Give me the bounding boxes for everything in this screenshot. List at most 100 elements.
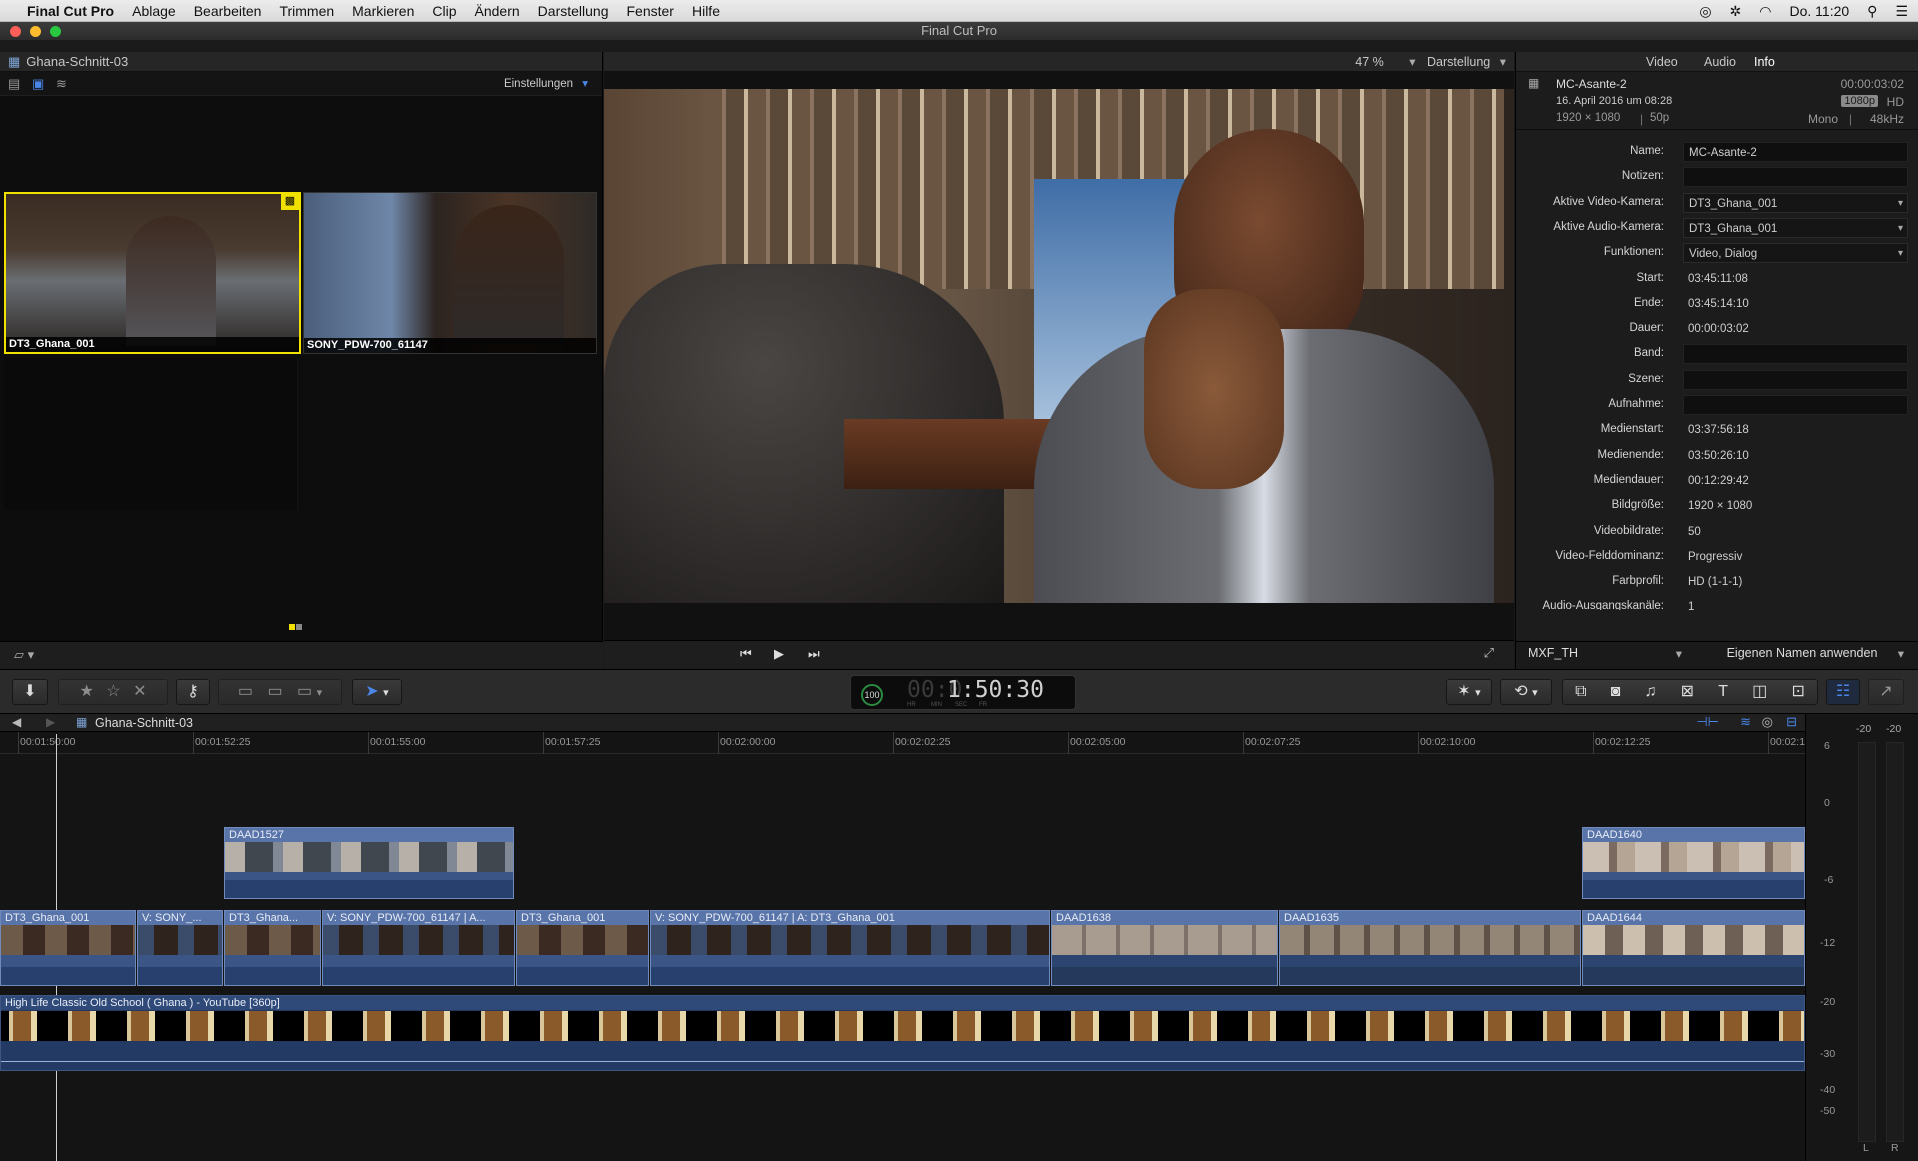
menu-app-name[interactable]: Final Cut Pro [18,3,123,19]
keyword-button[interactable]: ⚷ [176,679,210,705]
menu-trimmen[interactable]: Trimmen [270,3,343,19]
audio-skimming-icon[interactable]: ≋ [1740,714,1751,730]
timeline-clip[interactable]: DAAD1638 [1051,910,1278,986]
bluetooth-icon[interactable]: ✲ [1730,3,1742,20]
inspector-row-label: Funktionen: [1603,246,1664,259]
chevron-down-icon[interactable]: ▾ [1409,55,1415,69]
tab-info[interactable]: Info [1754,52,1775,72]
menubar-clock[interactable]: Do. 11:20 [1790,3,1850,19]
menu-fenster[interactable]: Fenster [618,3,683,19]
timeline-clip[interactable]: DT3_Ghana_001 [516,910,649,986]
inspector-row-field[interactable] [1683,344,1908,365]
inspector-row-field[interactable] [1683,369,1908,390]
menu-clip[interactable]: Clip [423,3,465,19]
titles-icon[interactable]: T [1718,680,1728,704]
timeline-clip[interactable]: DAAD1635 [1279,910,1581,986]
timeline-clip[interactable]: DAAD1644 [1582,910,1805,986]
transitions-icon[interactable]: ⊠ [1681,680,1694,704]
meter-bar-left [1858,742,1876,1142]
libraries-sidebar-icon[interactable]: ▤ [8,76,20,92]
insert-icon[interactable]: ▭ [267,683,282,700]
notification-center-icon[interactable]: ☰ [1895,3,1908,20]
browser-settings-button[interactable]: Einstellungen ▾ [504,76,588,90]
reject-icon[interactable]: ✕ [133,683,146,700]
menu-ablage[interactable]: Ablage [123,3,185,19]
clip-skimming-icon[interactable]: ⊣⊢ [1696,714,1719,730]
chevron-down-icon[interactable]: ▾ [1500,55,1506,69]
inspector-row-popup[interactable]: Video, Dialog [1683,243,1908,264]
skip-forward-icon[interactable]: ⏭ [808,646,820,662]
timeline-clip[interactable]: V: SONY_PDW-700_61147 | A: DT3_Ghana_001 [650,910,1050,986]
back-arrow-icon[interactable]: ◀ [12,715,21,729]
dashboard[interactable]: 100 00:0 1:50:30 HR MIN SEC FR [850,675,1076,710]
inspector-toggle-button[interactable]: ☷ [1826,679,1860,705]
tab-audio[interactable]: Audio [1704,52,1736,72]
inspector-row-popup[interactable]: DT3_Ghana_001 [1683,217,1908,239]
timeline-clip[interactable]: DAAD1527 [224,827,514,899]
display-menu[interactable]: Darstellung [1427,55,1490,69]
music-icon[interactable]: ♫ [1645,680,1657,704]
menu-markieren[interactable]: Markieren [343,3,423,19]
append-icon[interactable]: ▭ [297,683,312,700]
timeline-clip[interactable]: DT3_Ghana_001 [0,910,136,986]
timeline-clip[interactable]: V: SONY_... [137,910,223,986]
timeline-clip[interactable]: DT3_Ghana... [224,910,321,986]
timeline-clip[interactable]: V: SONY_PDW-700_61147 | A... [322,910,515,986]
photos-icon[interactable]: ◙ [1611,680,1621,704]
photos-audio-icon[interactable]: ▣ [32,76,44,92]
inspector-row: Aktive Video-Kamera: DT3_Ghana_001 [1516,191,1918,216]
themes-icon[interactable]: ⊡ [1791,680,1804,704]
waveform-icon[interactable]: ≋ [56,76,67,92]
menu-bearbeiten[interactable]: Bearbeiten [185,3,271,19]
menu-aendern[interactable]: Ändern [466,3,529,19]
menu-darstellung[interactable]: Darstellung [529,3,618,19]
menu-hilfe[interactable]: Hilfe [683,3,729,19]
import-button[interactable]: ⬇ [12,679,48,705]
inspector-row: Aufnahme: [1516,393,1918,418]
generators-icon[interactable]: ◫ [1752,680,1767,704]
forward-arrow-icon[interactable]: ▶ [46,715,55,729]
key-icon: ⚷ [187,683,199,700]
select-tool-button[interactable]: ➤ ▾ [352,679,402,705]
ruler-label: 00:02:05:00 [1070,736,1126,748]
play-button[interactable]: ▶ [774,646,784,662]
browser-clip-sony[interactable]: SONY_PDW-700_61147 [303,192,597,354]
chevron-down-icon[interactable]: ▾ [317,687,323,699]
clip-appearance-icon[interactable]: ▱ ▾ [14,647,34,663]
inspector-row-popup[interactable]: DT3_Ghana_001 [1683,192,1908,214]
inspector-row-field[interactable] [1683,395,1908,415]
solo-icon[interactable]: ◎ [1762,714,1773,730]
music-clip[interactable]: High Life Classic Old School ( Ghana ) -… [0,995,1805,1071]
spotlight-search-icon[interactable]: ⚲ [1867,3,1877,20]
retime-button[interactable]: ⟲ ▾ [1500,679,1552,705]
fullscreen-icon[interactable]: ⤢ [1484,645,1494,661]
snapping-icon[interactable]: ⊟ [1786,714,1797,730]
connect-icon[interactable]: ▭ [238,683,253,700]
browser-clip-dt3[interactable]: ▩ DT3_Ghana_001 [4,192,301,354]
metadata-preset-popup[interactable]: MXF_TH ▾ [1528,646,1686,666]
share-button[interactable]: ↗ [1868,679,1904,705]
inspector-row-field[interactable]: MC-Asante-2 [1683,142,1908,162]
zoom-window-button[interactable] [50,26,61,37]
clip-title: DAAD1640 [1583,828,1804,842]
inspector-framerate: 50p [1650,112,1670,124]
zoom-level[interactable]: 47 % [1355,55,1384,69]
favorite-star-icon[interactable]: ★ [80,683,94,700]
close-window-button[interactable] [10,26,21,37]
clip-title: V: SONY_PDW-700_61147 | A... [323,911,514,925]
inspector-sep: | [1640,112,1644,126]
minimize-window-button[interactable] [30,26,41,37]
enhance-button[interactable]: ✶ ▾ [1446,679,1492,705]
browser-clip-label: SONY_PDW-700_61147 [304,338,596,353]
volume-line[interactable] [1,1061,1804,1062]
apply-name-popup[interactable]: Eigenen Namen anwenden ▾ [1696,646,1908,666]
tab-video[interactable]: Video [1646,52,1678,72]
inspector-row-field[interactable] [1683,167,1908,188]
wifi-icon[interactable]: ◠ [1759,3,1771,20]
unrated-star-icon[interactable]: ☆ [106,683,120,700]
sync-icon[interactable]: ◎ [1699,3,1711,20]
effects-icon[interactable]: ⧉ [1575,680,1586,704]
timeline-clip[interactable]: DAAD1640 [1582,827,1805,899]
skip-back-icon[interactable]: ⏮ [740,646,752,662]
timeline-ruler[interactable]: 00:01:50:00 00:01:52:25 00:01:55:00 00:01:5… [0,732,1805,754]
